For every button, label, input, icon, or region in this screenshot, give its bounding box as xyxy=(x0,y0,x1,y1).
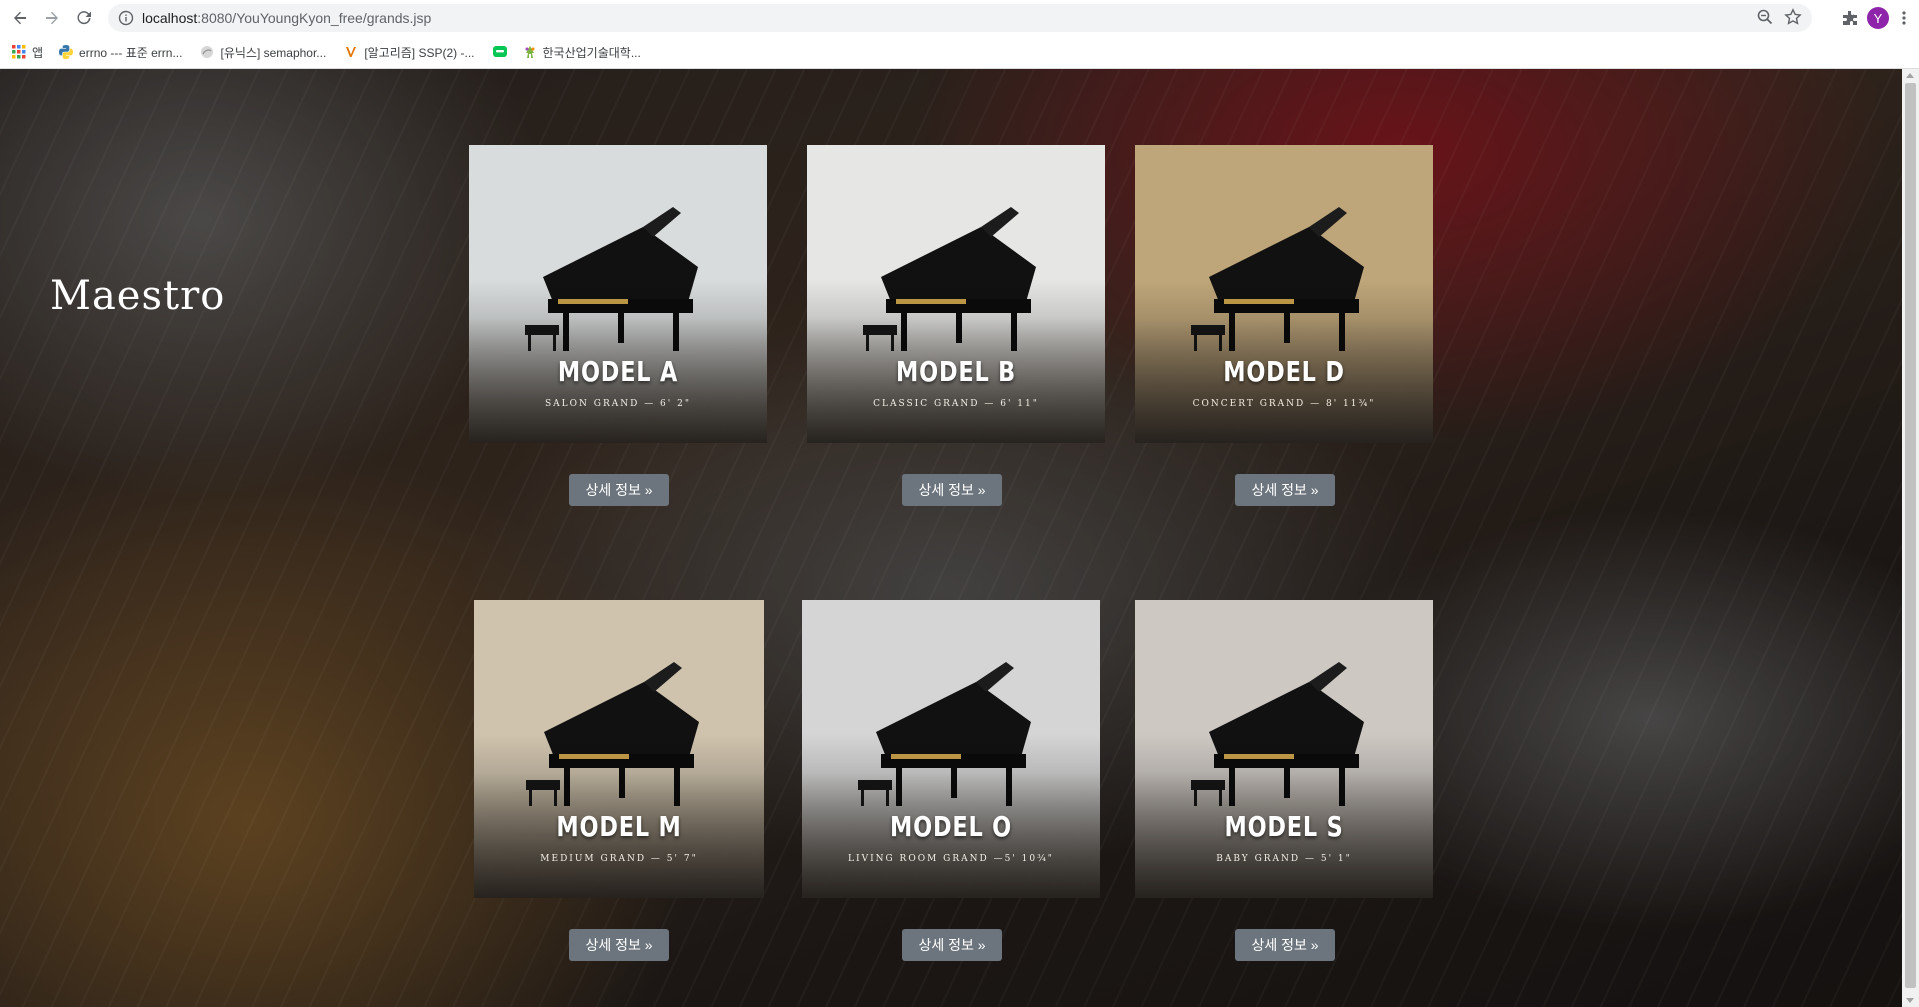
model-card[interactable]: MODEL A SALON GRAND — 6' 2" xyxy=(469,145,767,443)
model-subtitle: MEDIUM GRAND — 5' 7" xyxy=(540,854,698,864)
url-path: :8080/YouYoungKyon_free/grands.jsp xyxy=(197,10,432,26)
apps-grid-icon xyxy=(12,45,26,59)
model-subtitle: CLASSIC GRAND — 6' 11" xyxy=(873,399,1039,409)
bookmark-label: errno --- 표준 errn... xyxy=(79,45,183,60)
brand-title: Maestro xyxy=(50,273,226,319)
model-card[interactable]: MODEL D CONCERT GRAND — 8' 11¾" xyxy=(1135,145,1433,443)
scroll-up-arrow-icon[interactable] xyxy=(1906,73,1914,78)
zoom-icon[interactable] xyxy=(1756,8,1774,26)
model-name: MODEL S xyxy=(1224,810,1344,843)
extensions-puzzle-icon[interactable] xyxy=(1841,9,1859,27)
bookmark-university[interactable]: 한국산업기술대학... xyxy=(523,44,641,61)
model-name: MODEL B xyxy=(896,355,1016,388)
velog-icon xyxy=(346,47,357,57)
detail-info-button[interactable]: 상세 정보 » xyxy=(569,474,669,506)
scrollbar-thumb[interactable] xyxy=(1905,83,1916,988)
model-name: MODEL M xyxy=(556,810,682,843)
bookmark-label: [알고리즘] SSP(2) -... xyxy=(364,45,475,60)
scroll-down-arrow-icon[interactable] xyxy=(1906,998,1914,1003)
model-subtitle: BABY GRAND — 5' 1" xyxy=(1216,854,1352,864)
url-host: localhost xyxy=(142,10,198,26)
bookmark-errno[interactable]: errno --- 표준 errn... xyxy=(59,44,182,61)
bookmark-label: 앱 xyxy=(32,45,44,60)
model-subtitle: SALON GRAND — 6' 2" xyxy=(545,399,691,409)
back-arrow-icon[interactable] xyxy=(4,2,36,34)
model-card[interactable]: MODEL O LIVING ROOM GRAND —5' 10¾" xyxy=(802,600,1100,898)
model-name: MODEL A xyxy=(557,355,679,388)
detail-info-button[interactable]: 상세 정보 » xyxy=(1235,929,1335,961)
model-subtitle: LIVING ROOM GRAND —5' 10¾" xyxy=(848,854,1054,864)
bookmark-page-icon xyxy=(201,46,214,58)
browser-toolbar: localhost:8080/YouYoungKyon_free/grands.… xyxy=(0,0,1919,36)
bookmark-label: [유닉스] semaphor... xyxy=(220,45,327,60)
model-name: MODEL D xyxy=(1223,355,1345,388)
page-scrollbar[interactable] xyxy=(1902,69,1919,1007)
python-icon xyxy=(59,45,74,59)
detail-info-button[interactable]: 상세 정보 » xyxy=(1235,474,1335,506)
reload-icon[interactable] xyxy=(68,2,100,34)
model-card[interactable]: MODEL S BABY GRAND — 5' 1" xyxy=(1135,600,1433,898)
detail-info-button[interactable]: 상세 정보 » xyxy=(569,929,669,961)
bookmark-line[interactable] xyxy=(492,45,513,59)
bookmark-apps[interactable]: 앱 xyxy=(12,44,43,61)
profile-avatar[interactable]: Y xyxy=(1867,7,1889,29)
model-subtitle: CONCERT GRAND — 8' 11¾" xyxy=(1192,399,1376,409)
url-text: localhost:8080/YouYoungKyon_free/grands.… xyxy=(142,10,431,26)
more-menu-icon[interactable] xyxy=(1897,9,1911,27)
site-info-icon[interactable] xyxy=(118,10,134,26)
bookmark-ssp[interactable]: [알고리즘] SSP(2) -... xyxy=(344,44,475,61)
forward-arrow-icon[interactable] xyxy=(36,2,68,34)
bookmarks-bar: 앱 errno --- 표준 errn... [유닉스] semaphor...… xyxy=(0,36,1919,69)
detail-info-button[interactable]: 상세 정보 » xyxy=(902,929,1002,961)
bookmark-semaphore[interactable]: [유닉스] semaphor... xyxy=(200,44,326,61)
page-background: Maestro MODEL A SALON GRAND — 6' 2" 상세 정보 … xyxy=(0,69,1902,1007)
detail-info-button[interactable]: 상세 정보 » xyxy=(902,474,1002,506)
line-chat-icon xyxy=(492,46,507,57)
bookmark-star-icon[interactable] xyxy=(1784,8,1802,26)
university-icon xyxy=(525,46,534,58)
model-name: MODEL O xyxy=(890,810,1012,843)
bookmark-label: 한국산업기술대학... xyxy=(542,45,641,60)
model-card[interactable]: MODEL B CLASSIC GRAND — 6' 11" xyxy=(807,145,1105,443)
address-bar[interactable]: localhost:8080/YouYoungKyon_free/grands.… xyxy=(108,4,1812,32)
model-card[interactable]: MODEL M MEDIUM GRAND — 5' 7" xyxy=(474,600,764,898)
